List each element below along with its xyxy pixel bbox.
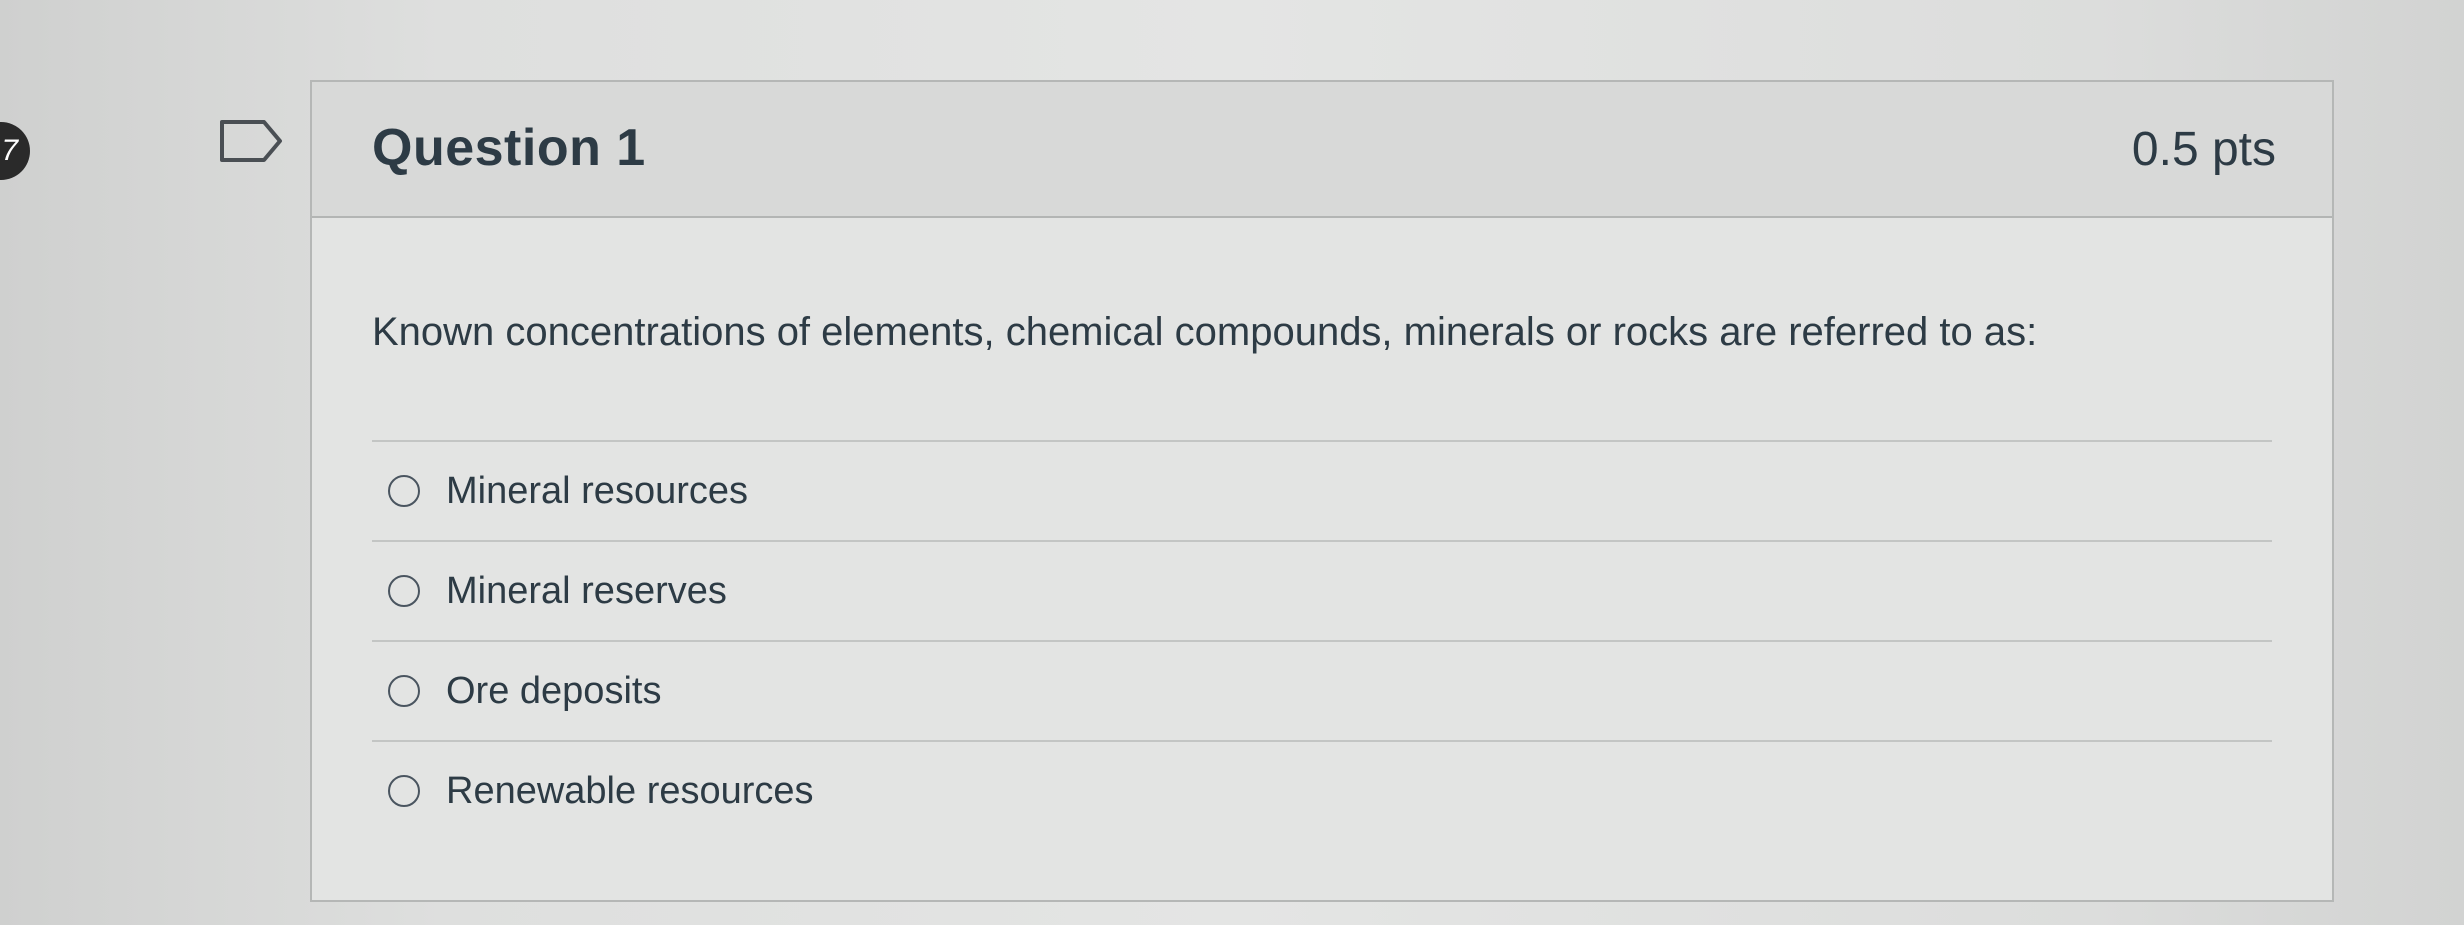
question-points: 0.5 pts	[2131, 123, 2276, 176]
question-header: Question 1 0.5 pts	[312, 82, 2332, 218]
radio-unselected-icon[interactable]	[388, 475, 420, 507]
answer-label[interactable]: Renewable resources	[446, 770, 814, 813]
question-number-badge[interactable]: 7	[0, 122, 30, 180]
answer-option[interactable]: Renewable resources	[372, 740, 2272, 840]
answer-option[interactable]: Ore deposits	[372, 640, 2272, 740]
radio-unselected-icon[interactable]	[388, 575, 420, 607]
radio-unselected-icon[interactable]	[388, 775, 420, 807]
radio-unselected-icon[interactable]	[388, 675, 420, 707]
answer-label[interactable]: Mineral resources	[446, 470, 748, 513]
answer-label[interactable]: Mineral reserves	[446, 570, 727, 613]
question-title: Question 1	[372, 119, 646, 177]
question-card: Question 1 0.5 pts Known concentrations …	[310, 80, 2334, 902]
answer-list: Mineral resources Mineral reserves Ore d…	[372, 440, 2272, 840]
flag-question-icon[interactable]	[218, 118, 286, 164]
question-text: Known concentrations of elements, chemic…	[372, 310, 2038, 354]
answer-label[interactable]: Ore deposits	[446, 670, 661, 713]
answer-option[interactable]: Mineral reserves	[372, 540, 2272, 640]
answer-option[interactable]: Mineral resources	[372, 440, 2272, 540]
